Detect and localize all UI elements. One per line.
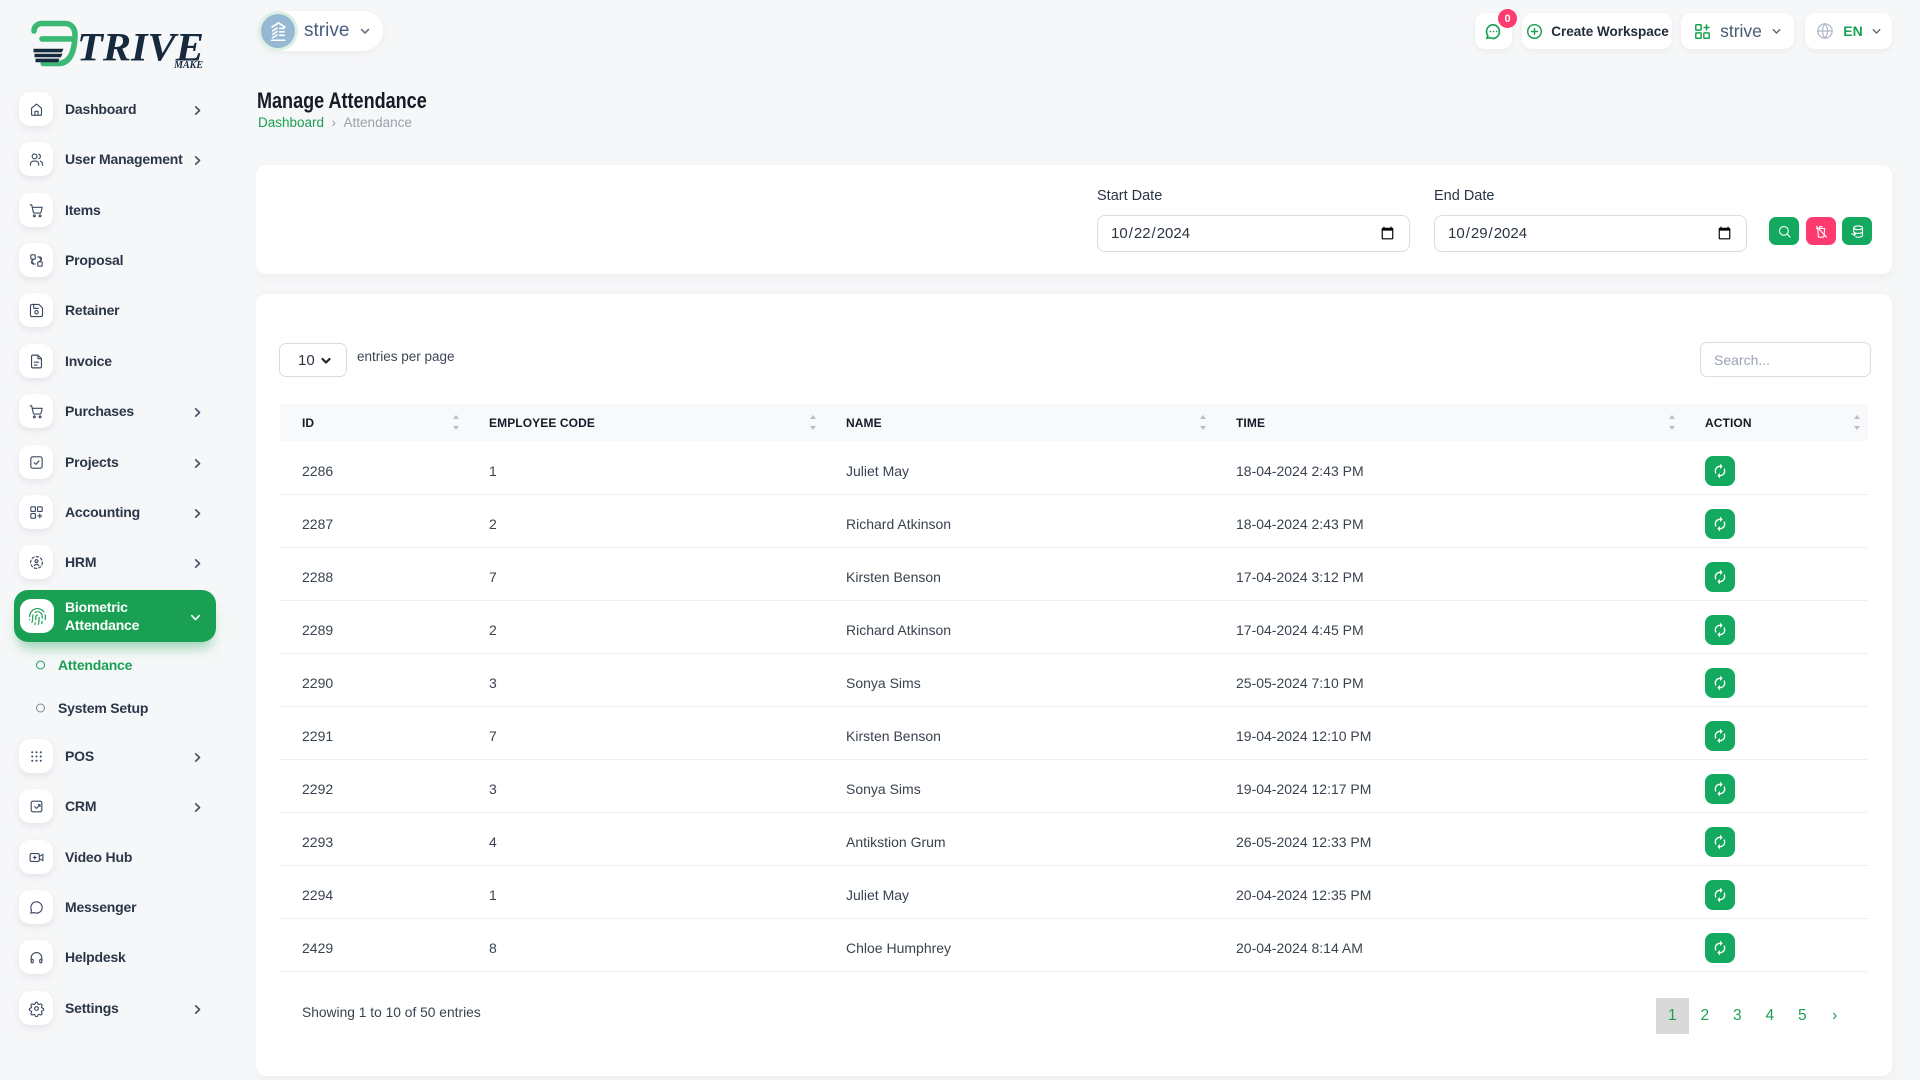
svg-text:MAKE: MAKE <box>173 60 203 71</box>
